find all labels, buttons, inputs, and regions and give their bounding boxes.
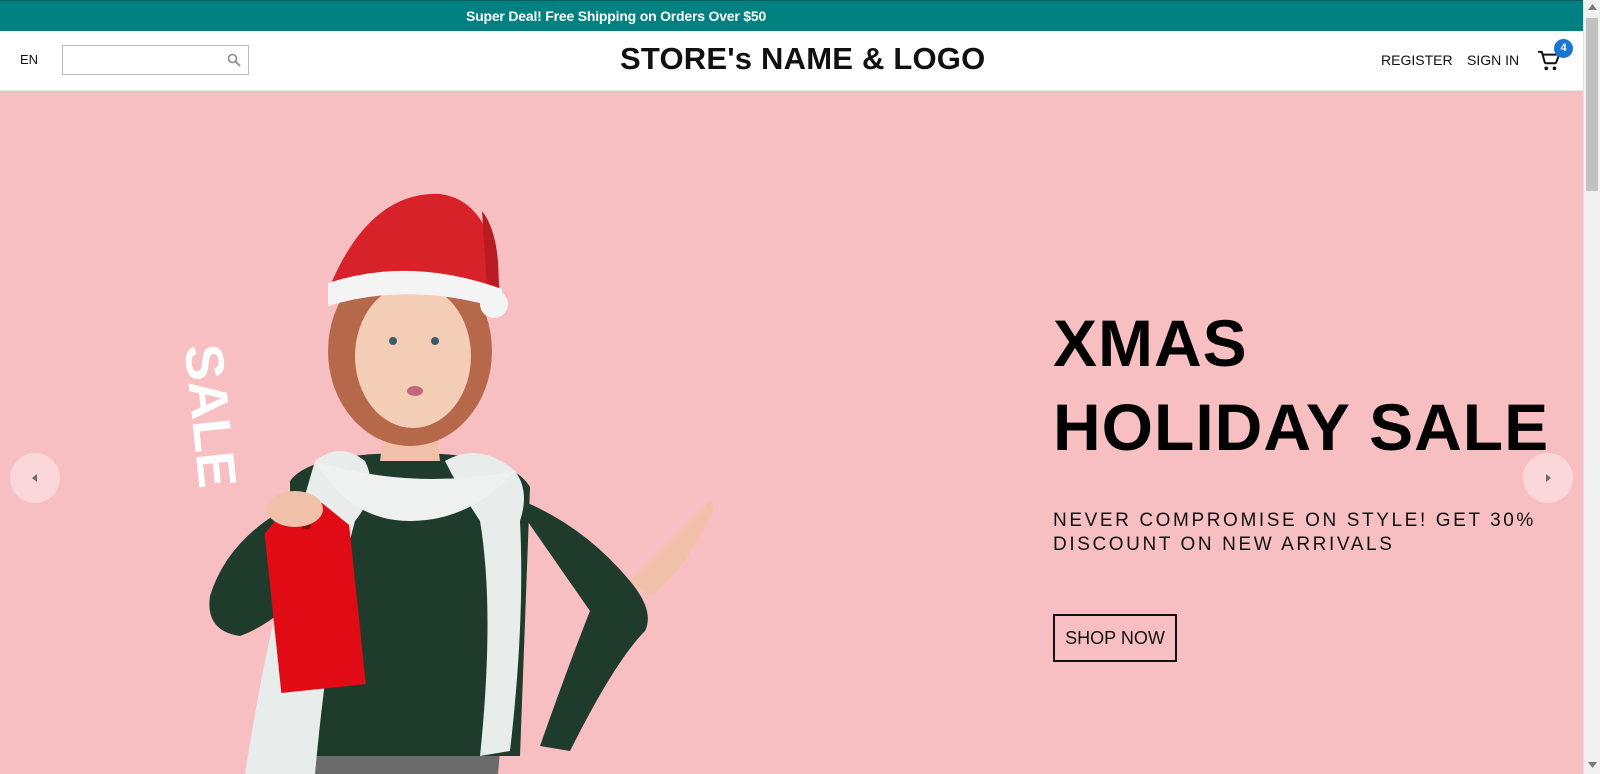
- site-header: EN STORE's NAME & LOGO REGISTER SIGN IN …: [0, 31, 1583, 91]
- search-icon[interactable]: [227, 53, 241, 67]
- search-input[interactable]: [63, 46, 218, 74]
- scroll-down-arrow-icon[interactable]: [1588, 762, 1597, 768]
- announcement-text: Super Deal! Free Shipping on Orders Over…: [466, 8, 767, 24]
- hero-heading-line-2: HOLIDAY SALE: [1053, 390, 1550, 464]
- scroll-up-arrow-icon[interactable]: [1588, 4, 1597, 10]
- chevron-left-icon: [32, 474, 37, 482]
- shop-now-button[interactable]: SHOP NOW: [1053, 614, 1177, 662]
- language-selector[interactable]: EN: [20, 52, 38, 67]
- cart-count-badge: 4: [1554, 39, 1573, 58]
- search-box: [62, 45, 249, 75]
- hero-banner: SALE XMAS HOLIDAY SALE NEVER COMPROMISE …: [0, 91, 1583, 774]
- chevron-right-icon: [1546, 474, 1551, 482]
- page: Super Deal! Free Shipping on Orders Over…: [0, 0, 1583, 774]
- store-logo[interactable]: STORE's NAME & LOGO: [620, 41, 985, 77]
- hero-model-image: SALE: [173, 193, 714, 774]
- hero-heading: XMAS HOLIDAY SALE: [1053, 301, 1573, 469]
- hero-subheading: NEVER COMPROMISE ON STYLE! GET 30% DISCO…: [1053, 510, 1536, 555]
- sale-tag-text: SALE: [173, 341, 248, 491]
- hero-heading-line-1: XMAS: [1053, 306, 1248, 380]
- carousel-next-button[interactable]: [1523, 453, 1573, 503]
- cart-button[interactable]: 4: [1538, 39, 1573, 72]
- carousel-prev-button[interactable]: [10, 453, 60, 503]
- sign-in-link[interactable]: SIGN IN: [1467, 52, 1519, 68]
- page-scrollbar[interactable]: [1583, 0, 1600, 774]
- register-link[interactable]: REGISTER: [1381, 52, 1453, 68]
- announcement-bar: Super Deal! Free Shipping on Orders Over…: [0, 0, 1583, 31]
- scrollbar-thumb[interactable]: [1586, 18, 1598, 191]
